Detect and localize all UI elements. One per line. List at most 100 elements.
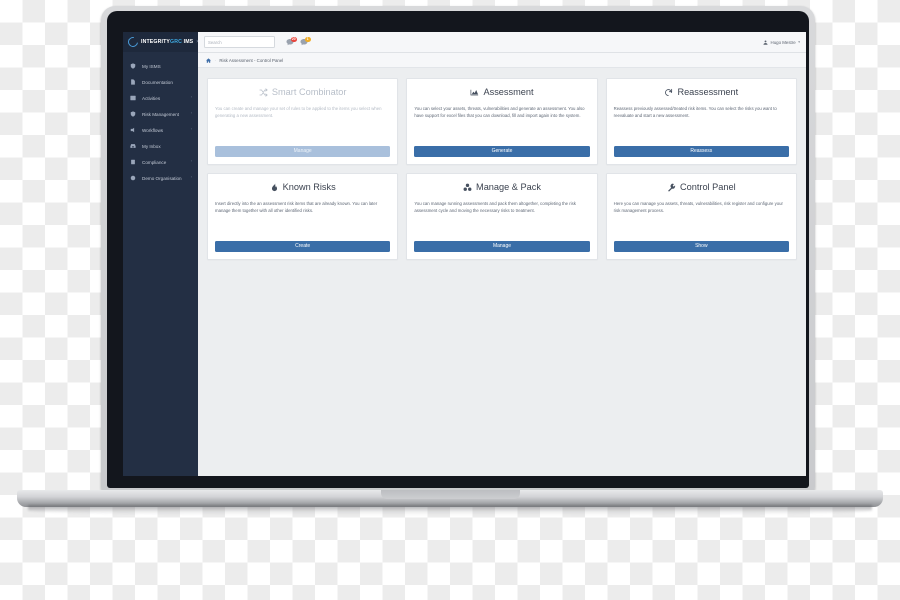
- breadcrumb-text: Risk Assessment - Control Panel: [219, 57, 284, 63]
- sidebar-item-activities[interactable]: Activities ›: [123, 90, 198, 106]
- chart-area-icon: [470, 88, 479, 97]
- card-title-row: Known Risks: [215, 182, 390, 192]
- card-footer: Create: [208, 241, 397, 259]
- message-bubble-icon[interactable]: 20: [286, 36, 297, 46]
- card-manage-and-pack: Manage & Pack You can manage running ass…: [406, 173, 598, 260]
- brand-name-primary: INTEGRITY: [141, 39, 171, 45]
- sidebar-label: Compliance: [142, 159, 167, 165]
- document-icon: [130, 79, 136, 85]
- megaphone-icon[interactable]: 1: [300, 36, 311, 46]
- shield-icon: [130, 63, 136, 69]
- card-assessment: Assessment You can select your assets, t…: [406, 78, 598, 165]
- card-title: Known Risks: [282, 182, 336, 192]
- card-title-row: Manage & Pack: [414, 182, 589, 192]
- brand-name-ims: IMS: [183, 39, 194, 45]
- cubes-icon: [463, 183, 472, 192]
- sidebar-item-compliance[interactable]: Compliance ›: [123, 154, 198, 170]
- chevron-right-icon: ›: [190, 159, 192, 164]
- content-area: Smart Combinator You can create and mana…: [198, 68, 806, 476]
- show-button[interactable]: Show: [613, 241, 789, 252]
- card-control-panel: Control Panel Here you can manage you as…: [605, 173, 797, 260]
- user-icon: [763, 39, 768, 45]
- wrench-icon: [667, 183, 676, 192]
- notification-area: 20 1: [286, 36, 311, 46]
- reassess-button[interactable]: Reassess: [613, 146, 789, 157]
- sidebar-label: My ISMS: [142, 63, 161, 69]
- card-description: You can select your assets, threats, vul…: [414, 106, 585, 119]
- breadcrumb: · Risk Assessment - Control Panel: [198, 53, 806, 68]
- brand-name-grc: GRC: [170, 39, 183, 45]
- home-icon[interactable]: [206, 57, 211, 63]
- search-box[interactable]: [204, 36, 275, 48]
- inbox-icon: [130, 143, 136, 149]
- card-known-risks: Known Risks Insert directly into the an …: [207, 173, 399, 260]
- main-area: 20 1 Hugo Mestre ▾: [198, 32, 806, 476]
- sidebar-item-my-isms[interactable]: My ISMS: [123, 58, 198, 74]
- fire-icon: [270, 182, 279, 192]
- chevron-right-icon: ›: [190, 127, 192, 132]
- card-description: Insert directly into the an assessment r…: [215, 201, 378, 214]
- sidebar-item-my-inbox[interactable]: My Inbox: [123, 138, 198, 154]
- card-body: Assessment You can select your assets, t…: [407, 79, 596, 146]
- create-button[interactable]: Create: [215, 241, 391, 252]
- card-footer: Reassess: [607, 146, 796, 164]
- card-footer: Generate: [407, 146, 596, 164]
- application-window: INTEGRITYGRC IMS × My ISMS Docum: [123, 32, 806, 476]
- card-grid: Smart Combinator You can create and mana…: [207, 78, 797, 260]
- sidebar-label: Workflows: [142, 127, 164, 133]
- card-description: You can manage running assessments and p…: [414, 201, 576, 214]
- card-body: Manage & Pack You can manage running ass…: [407, 174, 596, 241]
- clipboard-icon: [130, 159, 136, 165]
- sidebar-item-documentation[interactable]: Documentation: [123, 74, 198, 90]
- card-title: Assessment: [483, 87, 534, 97]
- card-body: Smart Combinator You can create and mana…: [208, 79, 397, 146]
- card-body: Reassessment Reassess previously assesse…: [607, 79, 796, 146]
- laptop-screen: INTEGRITYGRC IMS × My ISMS Docum: [123, 32, 806, 476]
- user-name: Hugo Mestre: [770, 39, 796, 45]
- sidebar: INTEGRITYGRC IMS × My ISMS Docum: [123, 32, 199, 476]
- card-description: Reassess previously assessed/treated ris…: [613, 106, 777, 119]
- card-title-row: Assessment: [414, 87, 589, 97]
- laptop-base-notch: [381, 490, 520, 499]
- sidebar-item-workflows[interactable]: Workflows ›: [123, 122, 198, 138]
- card-body: Control Panel Here you can manage you as…: [607, 174, 796, 241]
- card-title-row: Smart Combinator: [215, 87, 390, 97]
- manage-button[interactable]: Manage: [215, 146, 391, 157]
- chevron-right-icon: ›: [190, 175, 192, 180]
- flow-icon: [130, 127, 136, 133]
- sidebar-label: My Inbox: [142, 143, 161, 149]
- card-body: Known Risks Insert directly into the an …: [208, 174, 397, 241]
- card-title: Smart Combinator: [271, 87, 347, 97]
- topbar: 20 1 Hugo Mestre ▾: [198, 32, 806, 53]
- card-title: Control Panel: [679, 182, 736, 192]
- shuffle-icon: [259, 87, 268, 97]
- undo-arrow-icon: [664, 88, 673, 97]
- chevron-right-icon: ›: [190, 95, 192, 100]
- generate-button[interactable]: Generate: [414, 146, 590, 157]
- card-title-row: Control Panel: [614, 182, 789, 192]
- sidebar-item-demo-organisation[interactable]: Demo Organisation ›: [123, 170, 198, 186]
- card-footer: Manage: [407, 241, 596, 259]
- card-title-row: Reassessment: [614, 87, 789, 97]
- card-title: Manage & Pack: [476, 182, 541, 192]
- sidebar-nav: My ISMS Documentation Activities › Risk …: [123, 52, 198, 186]
- brand-title: INTEGRITYGRC IMS: [141, 39, 193, 45]
- laptop-base-shadow: [28, 505, 872, 516]
- card-description: You can create and manage your set of ru…: [215, 106, 382, 119]
- search-input[interactable]: [208, 39, 271, 45]
- card-description: Here you can manage you assets, threats,…: [613, 201, 783, 214]
- breadcrumb-separator: ·: [214, 57, 216, 63]
- card-smart-combinator: Smart Combinator You can create and mana…: [207, 78, 399, 165]
- sidebar-label: Risk Management: [142, 111, 180, 117]
- circle-swoosh-icon: [126, 35, 140, 49]
- building-icon: [130, 175, 136, 181]
- sidebar-label: Documentation: [142, 79, 173, 85]
- sidebar-label: Demo Organisation: [142, 175, 182, 181]
- card-footer: Show: [607, 241, 796, 259]
- user-menu[interactable]: Hugo Mestre ▾: [763, 40, 800, 45]
- sidebar-item-risk-management[interactable]: Risk Management ›: [123, 106, 198, 122]
- manage-pack-button[interactable]: Manage: [414, 241, 590, 252]
- brand-header[interactable]: INTEGRITYGRC IMS ×: [123, 32, 199, 52]
- sidebar-label: Activities: [142, 95, 161, 101]
- laptop-mockup: INTEGRITYGRC IMS × My ISMS Docum: [0, 0, 900, 600]
